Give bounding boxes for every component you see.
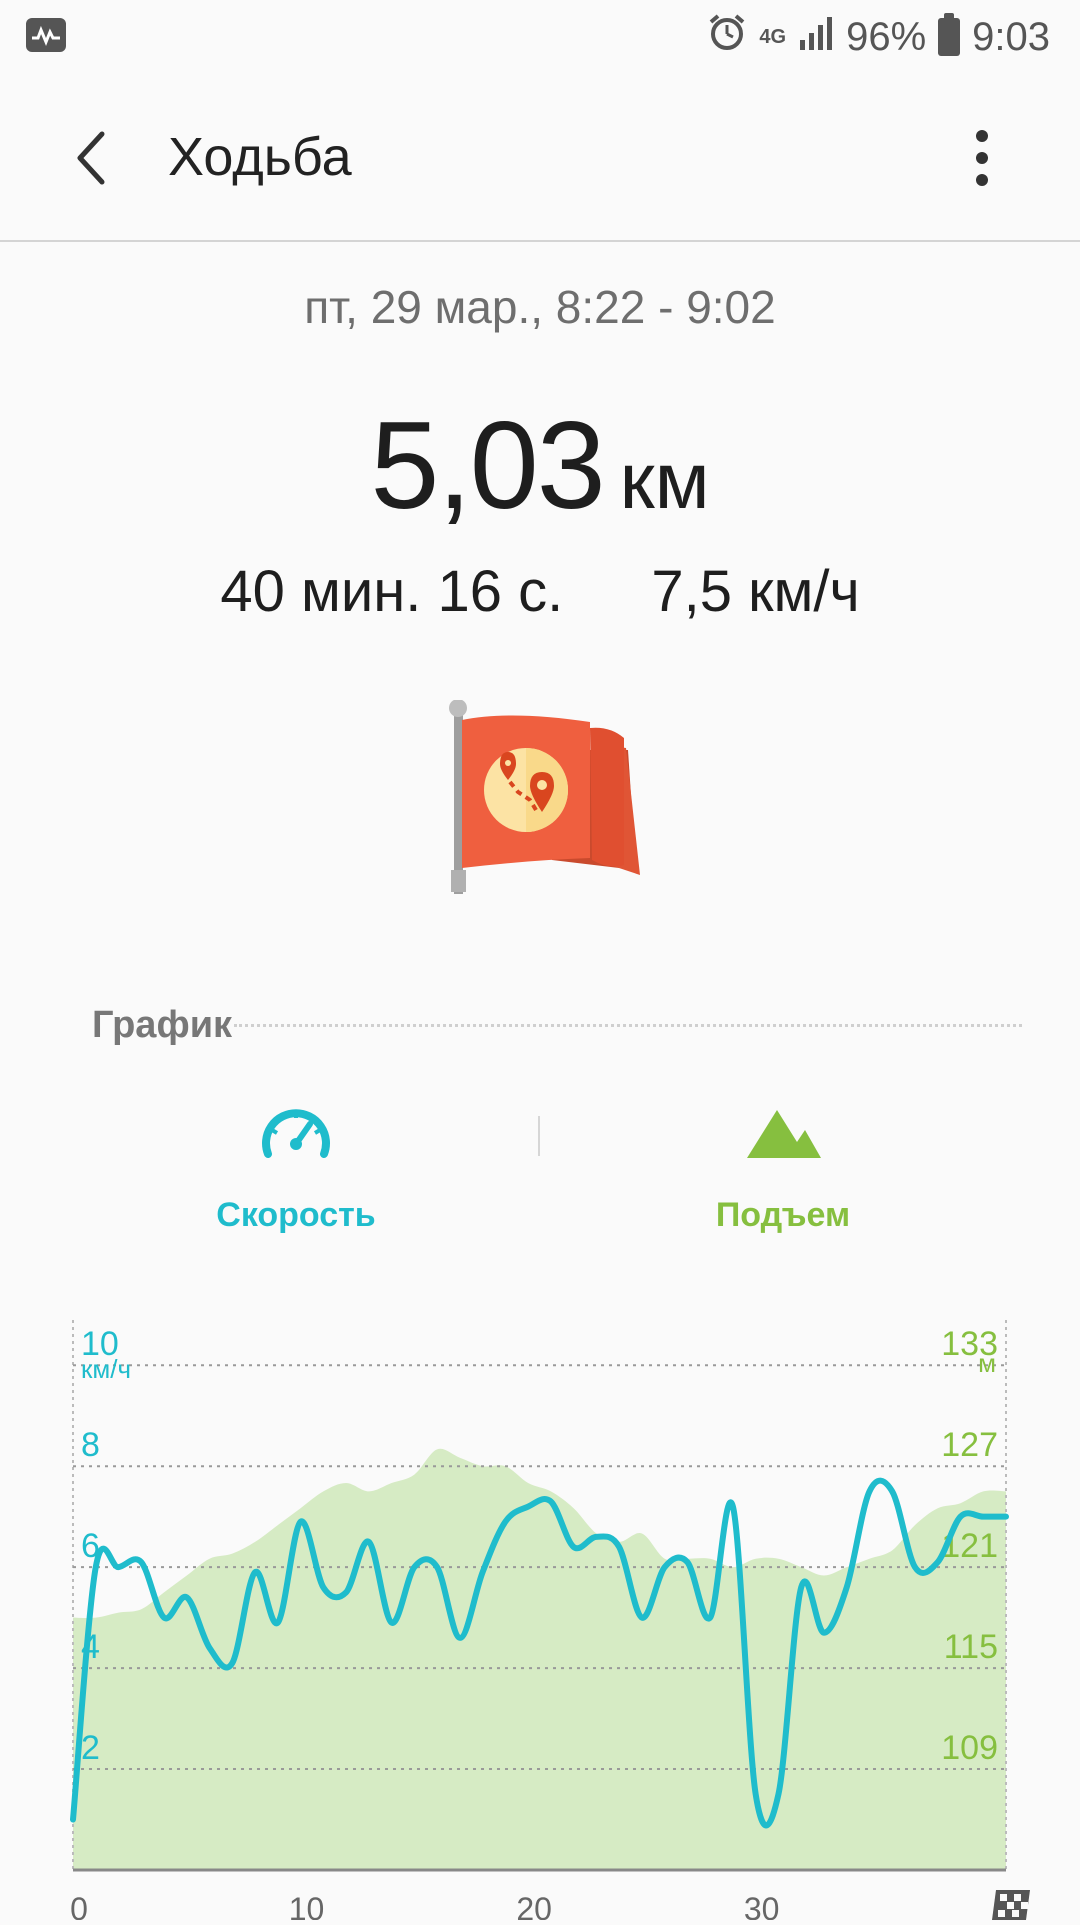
y-right-unit-label: м [978,1348,996,1378]
battery-icon [938,13,961,56]
more-options-button[interactable] [950,120,1010,200]
distance-value: 5,03 [370,397,605,535]
distance-display: 5,03 км [0,395,1080,537]
graph-section-title: График [92,1004,233,1046]
back-arrow-icon [77,131,105,185]
activity-notification-icon [26,18,66,52]
y-left-tick-label: 8 [81,1426,100,1464]
sub-stats: 40 мин. 16 с. 7,5 км/ч [0,558,1080,625]
status-bar: 4G 96% 9:03 [0,0,1080,72]
graph-section-header: График [92,1000,1022,1050]
back-button[interactable] [56,118,136,198]
speedometer-icon [262,1109,330,1158]
elevation-toggle-label: Подъем [715,1196,851,1234]
x-tick-label: 30 [744,1891,780,1920]
route-flag-icon [440,699,640,905]
y-right-tick-label: 109 [941,1729,998,1767]
network-type-label: 4G [759,25,787,48]
workout-date-range: пт, 29 мар., 8:22 - 9:02 [304,281,776,333]
clock: 9:03 [972,14,1050,59]
elevation-toggle-button[interactable]: Подъем [633,1100,933,1240]
speed-elevation-chart: 2 109 4 115 6 121 8 127 10 133 км/ч м 0 10 20 30 [0,1320,1080,1925]
y-right-tick-label: 127 [941,1426,998,1464]
y-left-tick-label: 2 [81,1729,100,1767]
more-vertical-icon [976,130,988,186]
x-tick-label: 10 [289,1891,325,1920]
finish-flag-icon [992,1890,1030,1920]
speed-toggle-label: Скорость [216,1196,376,1234]
battery-percent: 96% [846,14,927,59]
alarm-icon [707,12,747,62]
avg-speed-value: 7,5 км/ч [651,559,860,624]
speed-toggle-button[interactable]: Скорость [146,1100,446,1240]
app-bar: Ходьба [0,80,1080,242]
distance-unit: км [619,436,710,525]
x-tick-label: 0 [70,1891,88,1920]
y-right-tick-label: 115 [944,1628,998,1666]
y-left-unit-label: км/ч [81,1354,131,1384]
section-divider [234,1024,1022,1027]
toggle-divider [538,1116,540,1156]
signal-icon [798,15,834,60]
x-tick-label: 20 [516,1891,552,1920]
duration-value: 40 мин. 16 с. [220,559,564,624]
page-title: Ходьба [168,127,352,187]
mountain-icon [747,1110,821,1158]
